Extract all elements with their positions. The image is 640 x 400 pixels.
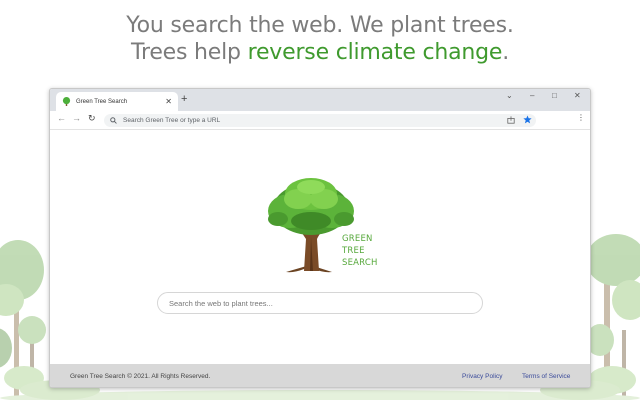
bookmark-star-icon[interactable] xyxy=(523,115,532,124)
headline-line-2: Trees help reverse climate change. xyxy=(0,39,640,66)
headline-accent-text: reverse climate change xyxy=(247,40,503,65)
minimize-icon[interactable]: – xyxy=(530,92,534,100)
brand-text-tree: TREE xyxy=(342,246,365,256)
page-content: GREEN TREE SEARCH Search the web to plan… xyxy=(50,130,590,364)
headline-line-1: You search the web. We plant trees. xyxy=(126,13,514,38)
new-tab-button[interactable]: + xyxy=(181,94,187,105)
share-icon[interactable] xyxy=(507,116,515,124)
reload-icon[interactable]: ↻ xyxy=(88,114,96,123)
headline-line-2-prefix: Trees help xyxy=(130,40,248,65)
forward-icon[interactable]: → xyxy=(72,114,81,123)
back-icon[interactable]: ← xyxy=(57,114,66,123)
browser-tab-active[interactable]: Green Tree Search ✕ xyxy=(56,92,178,111)
browser-menu-icon[interactable]: ⋮ xyxy=(577,114,585,122)
browser-window: Green Tree Search ✕ + ⌄ – □ ✕ ← → ↻ Sear… xyxy=(49,88,591,388)
address-bar-placeholder: Search Green Tree or type a URL xyxy=(123,117,221,124)
search-placeholder: Search the web to plant trees... xyxy=(169,298,273,308)
tab-title: Green Tree Search xyxy=(76,98,128,105)
page-footer: Green Tree Search © 2021. All Rights Res… xyxy=(50,364,590,387)
tab-close-icon[interactable]: ✕ xyxy=(165,97,172,106)
window-close-icon[interactable]: ✕ xyxy=(574,92,581,100)
promo-headline: You search the web. We plant trees. Tree… xyxy=(0,12,640,66)
footer-copyright: Green Tree Search © 2021. All Rights Res… xyxy=(70,373,211,380)
privacy-policy-link[interactable]: Privacy Policy xyxy=(462,373,502,380)
maximize-icon[interactable]: □ xyxy=(552,92,557,100)
tree-icon xyxy=(62,97,71,106)
terms-of-service-link[interactable]: Terms of Service xyxy=(522,373,570,380)
search-input[interactable]: Search the web to plant trees... xyxy=(157,292,483,314)
search-icon xyxy=(110,117,117,124)
address-bar[interactable]: Search Green Tree or type a URL xyxy=(104,114,536,127)
brand-text-search: SEARCH xyxy=(342,258,378,268)
headline-line-2-suffix: . xyxy=(502,40,510,65)
browser-toolbar: ← → ↻ Search Green Tree or type a URL ⋮ xyxy=(50,111,590,130)
tab-search-icon[interactable]: ⌄ xyxy=(506,92,513,100)
brand-text-green: GREEN xyxy=(342,234,373,244)
tab-strip: Green Tree Search ✕ + ⌄ – □ ✕ xyxy=(50,89,590,111)
